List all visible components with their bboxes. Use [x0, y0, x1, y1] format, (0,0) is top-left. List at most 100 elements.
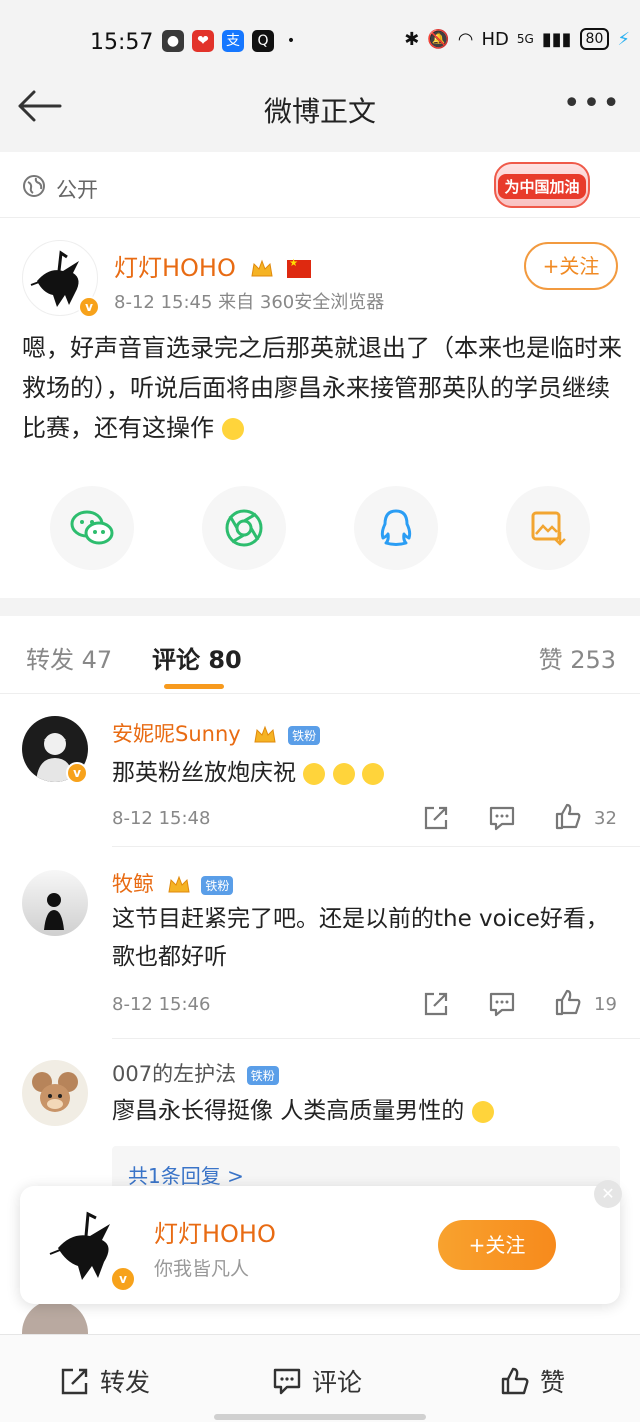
comment-author[interactable]: 007的左护法 铁粉: [112, 1058, 279, 1088]
charging-icon: ⚡: [617, 28, 630, 50]
comment-text-content: 廖昌永长得挺像 人类高质量男性的: [112, 1098, 465, 1124]
like-count: 19: [594, 994, 617, 1015]
crying-emoji-icon: [332, 762, 355, 785]
comment-text: 廖昌永长得挺像 人类高质量男性的: [112, 1092, 622, 1130]
qq-icon: [380, 509, 412, 546]
crown-icon: [254, 725, 276, 743]
follow-button[interactable]: +关注: [524, 242, 618, 290]
comment-label: 评论: [312, 1368, 363, 1397]
cheer-badge-label: 为中国加油: [498, 174, 586, 199]
laugh-cry-emoji-icon: [471, 1100, 494, 1123]
share-row: [0, 486, 640, 576]
visibility-label: 公开: [56, 178, 98, 202]
comment-time: 8-12 15:46: [112, 994, 211, 1015]
comment-avatar[interactable]: [22, 1060, 88, 1126]
like-count: 32: [594, 808, 617, 829]
comment-icon: [273, 1368, 301, 1395]
tab-repost[interactable]: 转发 47: [26, 640, 112, 675]
status-icons: ✱ 🔕 ◠ HD 5G ▮▮▮ 80 ⚡: [404, 28, 630, 50]
signal-label: 5G: [516, 32, 534, 46]
reply-comment-icon[interactable]: [488, 990, 516, 1018]
comment-item: 牧鲸 铁粉 这节目赶紧完了吧。还是以前的the voice好看，歌也都好听 8-…: [0, 848, 640, 1039]
crying-emoji-icon: [303, 762, 326, 785]
comment-avatar[interactable]: [22, 870, 88, 936]
comment-text: 那英粉丝放炮庆祝: [112, 754, 622, 792]
comment-divider: [112, 846, 640, 847]
bottom-action-bar: 转发 评论 赞: [0, 1334, 640, 1422]
comment-author[interactable]: 牧鲸 铁粉: [112, 868, 234, 898]
share-qq-button[interactable]: [354, 486, 438, 570]
crying-emoji-icon: [361, 762, 384, 785]
close-icon[interactable]: ✕: [594, 1180, 622, 1208]
reply-comment-icon[interactable]: [488, 804, 516, 832]
author-name-text: 灯灯HOHO: [114, 254, 236, 282]
mute-icon: 🔕: [427, 28, 450, 50]
share-comment-icon[interactable]: [422, 990, 450, 1018]
image-download-icon: [531, 511, 566, 546]
follow-button[interactable]: +关注: [438, 1220, 556, 1270]
fan-badge: 铁粉: [246, 1065, 279, 1085]
like-icon[interactable]: [554, 802, 582, 830]
comment-time: 8-12 15:48: [112, 808, 211, 829]
signal-icon: ▮▮▮: [541, 28, 572, 50]
status-time: 15:57: [90, 30, 154, 55]
comment-text-content: 那英粉丝放炮庆祝: [112, 760, 296, 786]
author-name[interactable]: 灯灯HOHO: [114, 248, 312, 283]
app-status-icon: ❤: [192, 30, 214, 52]
verified-badge-icon: v: [110, 1266, 136, 1292]
tab-likes[interactable]: 赞 253: [539, 640, 616, 675]
verified-badge-icon: v: [66, 762, 88, 784]
wifi-icon: ◠: [457, 28, 474, 50]
repost-label: 转发: [100, 1368, 151, 1397]
avatar-cartoon-mouse-image: [32, 1072, 78, 1112]
status-bar: 15:57 ● ❤ 支 Q • ✱ 🔕 ◠ HD 5G ▮▮▮ 80 ⚡: [0, 0, 640, 80]
comment-item: 007的左护法 铁粉 廖昌永长得挺像 人类高质量男性的 共1条回复 >: [0, 1038, 640, 1202]
battery-icon: 80: [579, 28, 610, 50]
author-row: v 灯灯HOHO 8-12 15:45 来自 360安全浏览器 +关注: [0, 218, 640, 318]
wechat-status-icon: ●: [162, 30, 184, 52]
like-button[interactable]: 赞: [500, 1363, 565, 1399]
avatar-silhouette-image: [44, 893, 64, 930]
comment-author-name: 牧鲸: [112, 872, 154, 896]
like-label: 赞: [540, 1368, 566, 1397]
share-wechat-button[interactable]: [50, 486, 134, 570]
post-text-content: 嗯，好声音盲选录完之后那英就退出了（本来也是临时来救场的），听说后面将由廖昌永来…: [22, 334, 622, 442]
bluetooth-icon: ✱: [404, 28, 420, 50]
comment-button[interactable]: 评论: [272, 1363, 362, 1399]
fan-badge: 铁粉: [201, 875, 234, 895]
share-comment-icon[interactable]: [422, 804, 450, 832]
reply-count-link[interactable]: 共1条回复 >: [128, 1160, 244, 1189]
save-image-button[interactable]: [506, 486, 590, 570]
post-meta: 8-12 15:45 来自 360安全浏览器: [114, 292, 385, 313]
post-text: 嗯，好声音盲选录完之后那英就退出了（本来也是临时来救场的），听说后面将由廖昌永来…: [22, 328, 622, 448]
comment-item: v 安妮呢Sunny 铁粉 那英粉丝放炮庆祝 8-12 15:48 32: [0, 694, 640, 848]
cheer-china-badge: 为中国加油: [494, 162, 590, 208]
moments-shutter-icon: [225, 509, 263, 547]
post-card: 公开 为中国加油 v 灯灯HOHO 8-12 15:45 来自 360安全浏览器…: [0, 152, 640, 598]
sleepy-emoji-icon: [221, 418, 244, 440]
comment-tabs: 转发 47 评论 80 赞 253: [0, 616, 640, 694]
crown-icon: [168, 875, 190, 893]
thumbs-up-icon: [501, 1367, 529, 1395]
repost-icon: [61, 1368, 88, 1395]
comment-avatar[interactable]: [22, 1300, 88, 1334]
wechat-icon: [70, 510, 114, 545]
dot-icon: •: [286, 33, 296, 49]
comment-author-name: 007的左护法: [112, 1062, 237, 1086]
tab-comments[interactable]: 评论 80: [152, 640, 242, 675]
more-options-icon[interactable]: •••: [563, 89, 622, 119]
home-indicator[interactable]: [214, 1414, 426, 1420]
crown-icon: [250, 259, 273, 277]
active-tab-indicator: [164, 684, 224, 689]
page-title: 微博正文: [263, 95, 376, 128]
follow-suggestion-card: v 灯灯HOHO 你我皆凡人 +关注 ✕: [20, 1180, 622, 1304]
fan-badge: 铁粉: [288, 725, 321, 745]
network-label: HD: [481, 28, 509, 50]
like-icon[interactable]: [554, 988, 582, 1016]
suggested-author-name[interactable]: 灯灯HOHO: [154, 1214, 276, 1249]
globe-icon: [23, 175, 45, 197]
repost-button[interactable]: 转发: [60, 1363, 150, 1399]
comment-author[interactable]: 安妮呢Sunny 铁粉: [112, 718, 321, 748]
alipay-status-icon: 支: [222, 30, 244, 52]
share-moments-button[interactable]: [202, 486, 286, 570]
